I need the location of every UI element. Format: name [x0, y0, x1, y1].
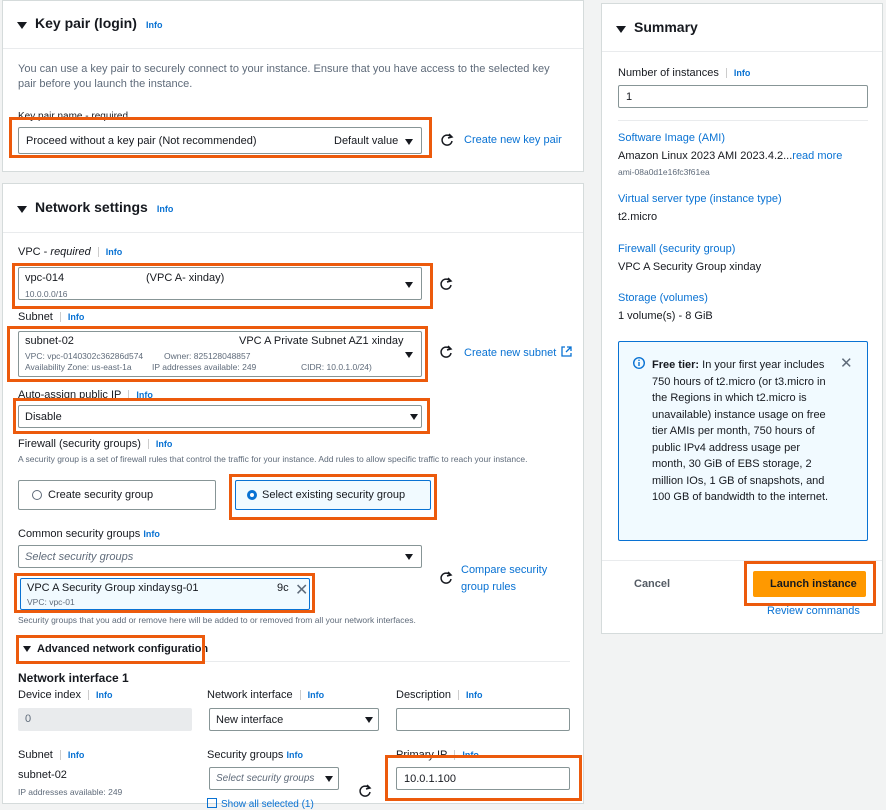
caret-down-icon	[616, 25, 626, 33]
highlight-box	[16, 635, 205, 664]
storage-link[interactable]: Storage (volumes)	[618, 292, 708, 304]
divider	[618, 120, 868, 121]
subnet-label: Subnet Info	[18, 311, 85, 323]
subnet2-ips: IP addresses available: 249	[18, 787, 123, 797]
highlight-box	[9, 117, 432, 158]
compare-security-group-rules-link[interactable]: Compare security group rules	[461, 562, 561, 596]
divider	[3, 48, 583, 49]
network-interface-label: Network interface Info	[207, 689, 325, 701]
highlight-box	[13, 398, 430, 434]
create-key-pair-link[interactable]: Create new key pair	[464, 134, 562, 146]
external-link-icon	[561, 346, 573, 357]
subnet2-value: subnet-02	[18, 769, 67, 781]
free-tier-alert: Free tier: In your first year includes 7…	[618, 341, 868, 541]
refresh-icon[interactable]	[439, 571, 453, 585]
network-header[interactable]: Network settings Info	[17, 199, 173, 215]
summary-header[interactable]: Summary	[616, 19, 698, 35]
subnet2-label: Subnet Info	[18, 749, 85, 761]
sg2-select[interactable]: Select security groups	[209, 767, 339, 790]
device-index-label: Device index Info	[18, 689, 113, 701]
num-instances-input[interactable]: 1	[618, 85, 868, 108]
create-subnet-link[interactable]: Create new subnet	[464, 346, 573, 359]
key-pair-header[interactable]: Key pair (login) Info	[17, 15, 162, 31]
common-sg-label: Common security groups Info	[18, 528, 160, 540]
refresh-icon[interactable]	[439, 277, 453, 291]
info-link[interactable]: Info	[146, 20, 163, 30]
highlight-box	[229, 474, 437, 520]
ami-id: ami-08a0d1e16fc3f61ea	[618, 167, 710, 177]
dropdown-arrow-icon	[405, 554, 413, 560]
read-more-link[interactable]: read more	[792, 150, 842, 162]
highlight-box	[12, 263, 433, 309]
review-commands-link[interactable]: Review commands	[767, 605, 860, 617]
dropdown-arrow-icon	[325, 776, 333, 782]
highlight-box	[385, 755, 582, 801]
sg2-label: Security groups Info	[207, 749, 303, 761]
security-groups-select[interactable]: Select security groups	[18, 545, 422, 568]
free-tier-text: Free tier: In your first year includes 7…	[652, 359, 829, 503]
firewall-summary-link[interactable]: Firewall (security group)	[618, 243, 735, 255]
dropdown-arrow-icon	[365, 717, 373, 723]
checkbox-icon	[207, 798, 217, 808]
firewall-label: Firewall (security groups) Info	[18, 438, 173, 450]
firewall-summary-value: VPC A Security Group xinday	[618, 261, 762, 273]
show-all-selected[interactable]: Show all selected (1)	[207, 798, 314, 810]
instance-type-link[interactable]: Virtual server type (instance type)	[618, 193, 782, 205]
key-pair-description: You can use a key pair to securely conne…	[18, 63, 550, 90]
network-interface-title: Network interface 1	[18, 671, 129, 685]
refresh-icon[interactable]	[440, 133, 454, 147]
refresh-icon[interactable]	[358, 784, 372, 798]
ami-value: Amazon Linux 2023 AMI 2023.4.2...read mo…	[618, 150, 843, 162]
description-label: Description Info	[396, 689, 483, 701]
cancel-button[interactable]: Cancel	[634, 578, 670, 590]
radio-icon	[32, 490, 42, 500]
highlight-box	[744, 561, 876, 606]
create-security-group-option[interactable]: Create security group	[18, 480, 216, 510]
description-input[interactable]	[396, 708, 570, 731]
refresh-icon[interactable]	[439, 345, 453, 359]
vpc-label: VPC - required Info	[18, 246, 123, 258]
highlight-box	[7, 326, 428, 382]
instance-type-value: t2.micro	[618, 211, 658, 223]
info-link[interactable]: Info	[157, 204, 174, 214]
divider	[602, 51, 882, 52]
info-circle-icon	[633, 357, 645, 369]
network-interface-select[interactable]: New interface	[209, 708, 379, 731]
divider	[3, 232, 583, 233]
num-instances-label: Number of instances Info	[618, 67, 751, 79]
close-icon[interactable]: ✕	[840, 354, 853, 372]
storage-value: 1 volume(s) - 8 GiB	[618, 310, 713, 322]
highlight-box	[14, 573, 315, 613]
summary-panel: Summary Number of instances Info 1 Softwa…	[601, 3, 883, 634]
ami-label-link[interactable]: Software Image (AMI)	[618, 132, 725, 144]
firewall-description: A security group is a set of firewall ru…	[18, 454, 528, 464]
caret-down-icon	[17, 205, 27, 213]
caret-down-icon	[17, 21, 27, 29]
device-index-input: 0	[18, 708, 192, 731]
security-group-note: Security groups that you add or remove h…	[18, 615, 416, 625]
